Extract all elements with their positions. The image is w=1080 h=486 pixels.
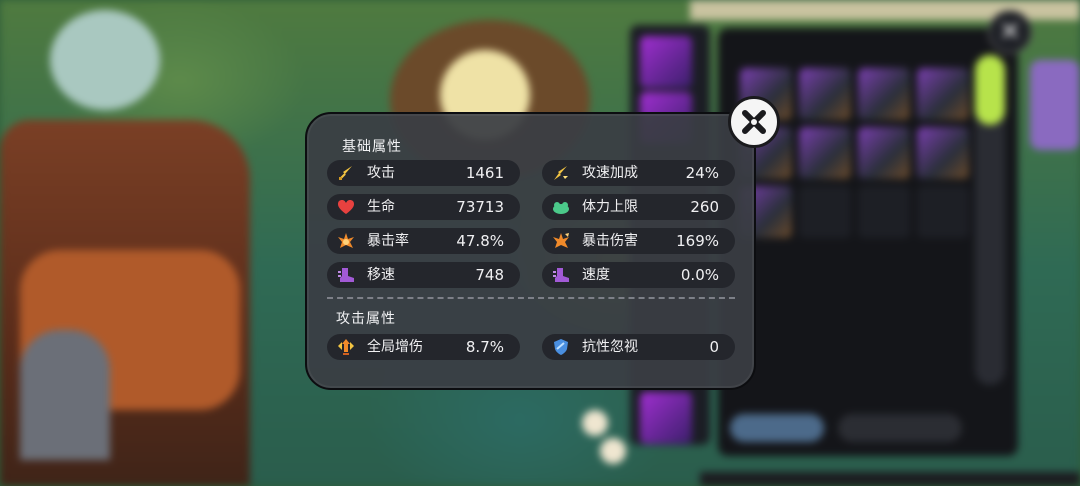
attack-attributes-title: 攻击属性	[336, 311, 396, 327]
stat-name: 抗性忽视	[582, 339, 638, 355]
stat-row-resist-ignore: 抗性忽视 0	[542, 334, 735, 360]
purple-decoration	[1030, 60, 1080, 150]
inventory-slot-empty[interactable]	[858, 186, 910, 238]
stat-value: 169%	[676, 232, 719, 250]
inventory-slot-empty[interactable]	[917, 186, 969, 238]
basic-attributes-title: 基础属性	[342, 139, 402, 155]
crit-damage-icon	[553, 233, 569, 248]
stat-value: 748	[475, 266, 504, 284]
stamina-icon	[553, 202, 569, 214]
inventory-active-tab[interactable]	[975, 55, 1005, 125]
stat-name: 攻速加成	[582, 165, 638, 181]
stat-value: 47.8%	[456, 232, 504, 250]
fountain-plaza	[50, 10, 160, 110]
inventory-grid	[740, 68, 970, 238]
stat-row-hp: 生命 73713	[327, 194, 520, 220]
stat-row-attack-speed: 攻速加成 24%	[542, 160, 735, 186]
stat-value: 24%	[685, 164, 719, 182]
inventory-slot-empty[interactable]	[799, 186, 851, 238]
inventory-action-button[interactable]	[730, 414, 824, 442]
stat-name: 移速	[367, 267, 395, 283]
stat-value: 8.7%	[465, 338, 504, 356]
stat-name: 生命	[367, 199, 395, 215]
inventory-slot[interactable]	[917, 127, 969, 179]
crit-rate-icon	[338, 233, 354, 248]
stat-row-attack: 攻击 1461	[327, 160, 520, 186]
section-divider	[327, 297, 735, 299]
stat-value: 0.0%	[680, 266, 719, 284]
stat-value: 0	[709, 338, 719, 356]
stat-value: 260	[690, 198, 719, 216]
inventory-filter-button[interactable]	[838, 414, 962, 442]
shield-icon	[554, 339, 568, 355]
close-icon	[742, 110, 766, 134]
boot-icon	[553, 268, 569, 282]
flower	[582, 410, 608, 436]
attack-speed-icon	[554, 166, 568, 180]
stat-row-global-damage: 全局增伤 8.7%	[327, 334, 520, 360]
bottom-bar	[700, 472, 1080, 486]
flower	[600, 438, 626, 464]
sword-icon	[339, 166, 352, 180]
boot-icon	[338, 268, 354, 282]
stat-value: 73713	[456, 198, 504, 216]
inventory-close-icon[interactable]: ✕	[988, 10, 1032, 54]
inventory-slot[interactable]	[917, 68, 969, 120]
stat-row-stamina: 体力上限 260	[542, 194, 735, 220]
stat-row-speed: 速度 0.0%	[542, 262, 735, 288]
close-button[interactable]	[728, 96, 780, 148]
attribute-panel: 基础属性 攻击 1461 攻速加成 24% 生命 73713 体力上限 260	[305, 112, 756, 390]
stat-row-crit-damage: 暴击伤害 169%	[542, 228, 735, 254]
stat-name: 速度	[582, 267, 610, 283]
stat-name: 暴击伤害	[582, 233, 638, 249]
inventory-slot[interactable]	[799, 68, 851, 120]
stat-name: 攻击	[367, 165, 395, 181]
inventory-slot[interactable]	[858, 68, 910, 120]
house-door	[20, 330, 110, 460]
inventory-slot[interactable]	[858, 127, 910, 179]
inventory-slot[interactable]	[799, 127, 851, 179]
side-slot[interactable]	[640, 36, 692, 88]
side-slot[interactable]	[640, 392, 692, 444]
stat-name: 暴击率	[367, 233, 409, 249]
heart-icon	[338, 200, 354, 214]
stat-name: 体力上限	[582, 199, 638, 215]
stat-row-crit-rate: 暴击率 47.8%	[327, 228, 520, 254]
stat-name: 全局增伤	[367, 339, 423, 355]
stat-value: 1461	[465, 164, 504, 182]
stat-row-move-speed: 移速 748	[327, 262, 520, 288]
global-damage-icon	[338, 339, 354, 355]
